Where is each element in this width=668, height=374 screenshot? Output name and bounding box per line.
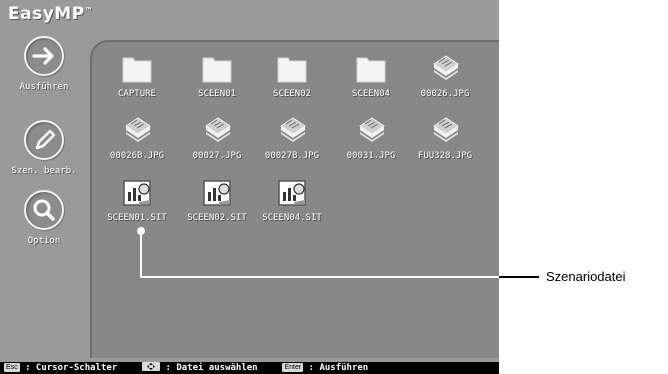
app-title-text: EasyMP: [8, 4, 85, 24]
arrow-right-icon: [24, 36, 64, 76]
magnifier-icon: [24, 190, 64, 230]
image-file-icon: [275, 114, 309, 148]
image-file-icon: [200, 114, 234, 148]
scenario-file-icon: [275, 176, 309, 210]
arrows-hint-text: : Datei auswählen: [165, 363, 258, 373]
execute-label: Ausführen: [19, 82, 69, 92]
folder-item[interactable]: CAPTURE: [97, 52, 177, 99]
callout-label: Szenariodatei: [546, 269, 626, 284]
image-file-icon: [428, 114, 462, 148]
callout-line: [140, 276, 499, 278]
esc-hint-text: : Cursor-Schalter: [25, 363, 118, 373]
image-file-item[interactable]: 00027B.JPG: [252, 114, 332, 161]
file-name: 00027B.JPG: [264, 151, 320, 161]
image-file-item[interactable]: 00026.JPG: [405, 52, 485, 99]
app-title: EasyMP™: [8, 4, 93, 24]
file-name: SCEEN01: [198, 89, 236, 99]
file-name: SCEEN01.SIT: [107, 213, 167, 223]
folder-icon: [200, 52, 234, 86]
image-file-item[interactable]: FUU328.JPG: [405, 114, 485, 161]
file-name: 00026.JPG: [420, 89, 470, 99]
image-file-icon: [120, 114, 154, 148]
scenario-file-item[interactable]: SCEEN01.SIT: [97, 176, 177, 223]
execute-button[interactable]: Ausführen: [0, 36, 88, 92]
image-file-item[interactable]: 00031.JPG: [331, 114, 411, 161]
folder-icon: [275, 52, 309, 86]
option-button[interactable]: Option: [0, 190, 88, 246]
image-file-item[interactable]: 00027.JPG: [177, 114, 257, 161]
scenario-file-icon: [120, 176, 154, 210]
image-file-icon: [428, 52, 462, 86]
enter-key-badge: Enter: [282, 363, 304, 372]
file-name: 00026B.JPG: [109, 151, 165, 161]
pencil-icon: [24, 120, 64, 160]
scenario-file-icon: [200, 176, 234, 210]
folder-item[interactable]: SCEEN04: [331, 52, 411, 99]
image-file-item[interactable]: 00026B.JPG: [97, 114, 177, 161]
file-name: SCEEN02.SIT: [187, 213, 247, 223]
file-name: 00031.JPG: [346, 151, 396, 161]
file-name: SCEEN02: [273, 89, 311, 99]
image-file-icon: [354, 114, 388, 148]
callout-line: [140, 232, 142, 278]
option-label: Option: [27, 236, 61, 246]
file-name: 00027.JPG: [192, 151, 242, 161]
enter-hint-text: : Ausführen: [308, 363, 369, 373]
callout-line: [499, 276, 539, 278]
edit-scenario-label: Szen. bearb.: [11, 166, 77, 176]
scenario-file-item[interactable]: SCEEN04.SIT: [252, 176, 332, 223]
folder-icon: [354, 52, 388, 86]
scenario-file-item[interactable]: SCEEN02.SIT: [177, 176, 257, 223]
folder-item[interactable]: SCEEN02: [252, 52, 332, 99]
esc-key-badge: Esc: [4, 363, 20, 372]
file-name: CAPTURE: [118, 89, 156, 99]
trademark-mark: ™: [84, 6, 94, 15]
file-name: FUU328.JPG: [417, 151, 473, 161]
file-name: SCEEN04.SIT: [262, 213, 322, 223]
arrow-keys-icon: [142, 362, 161, 371]
status-bar: Esc : Cursor-Schalter : Datei auswählen …: [0, 362, 499, 374]
folder-item[interactable]: SCEEN01: [177, 52, 257, 99]
projector-screen: EasyMP™ Ausführen Szen. bearb. Option CA…: [0, 0, 499, 374]
edit-scenario-button[interactable]: Szen. bearb.: [0, 120, 88, 176]
folder-icon: [120, 52, 154, 86]
file-name: SCEEN04: [352, 89, 390, 99]
